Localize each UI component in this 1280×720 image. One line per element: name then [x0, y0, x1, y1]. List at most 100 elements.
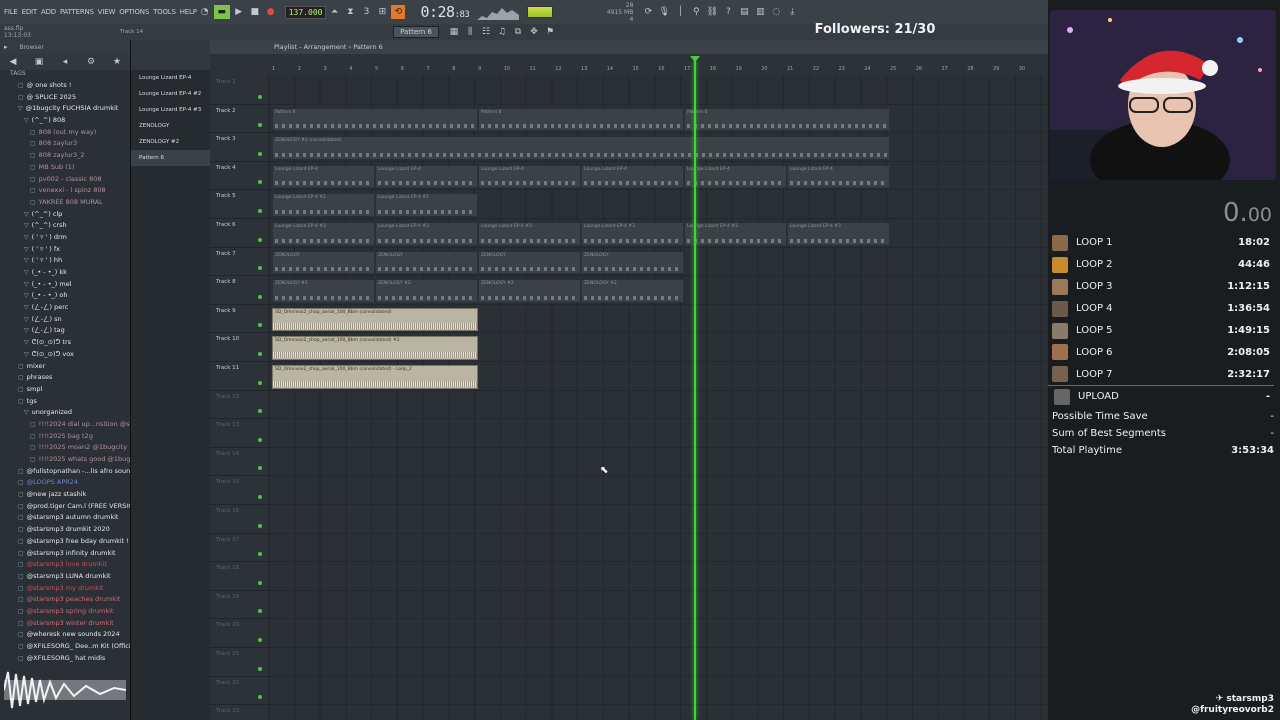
pattern-clip[interactable]: Lounge Lizard EP-4 [272, 164, 375, 189]
track-header[interactable]: Track 20 [210, 619, 268, 648]
browser-item[interactable]: ▽ unorganized [0, 407, 130, 419]
track-lane[interactable] [268, 419, 1048, 448]
pattern-clip[interactable]: ZENOLOGY #2 [272, 279, 375, 303]
pattern-clip[interactable]: Lounge Lizard EP-4 [684, 164, 787, 189]
browser-menu-icon[interactable]: ▸ [4, 43, 8, 51]
pattern-clip[interactable]: Lounge Lizard EP-4 #2 [375, 193, 478, 217]
playlist-grid[interactable]: Pattern 6 Pattern 6 Pattern 6 ZENOLOGY #2 (… [268, 76, 1048, 720]
track-header[interactable]: Track 2 [210, 105, 268, 134]
track-header[interactable]: Track 3 [210, 133, 268, 162]
browser-item[interactable]: ▢ tgs [0, 396, 130, 408]
track-lane[interactable] [268, 619, 1048, 648]
folder-icon[interactable]: ▣ [32, 55, 46, 69]
track-mute-led[interactable] [258, 494, 262, 499]
browser-item[interactable]: ▽ (_• - •_) mel [0, 279, 130, 291]
pattern-song-toggle[interactable]: ▬ [213, 5, 230, 19]
pattern-clip[interactable]: Pattern 6 [478, 107, 684, 132]
track-mute-led[interactable] [258, 94, 262, 99]
track-header[interactable]: Track 4 [210, 162, 268, 191]
track-lane[interactable] [268, 505, 1048, 534]
track-header[interactable]: Track 23 [210, 705, 268, 720]
picker-item[interactable]: ZENOLOGY [131, 118, 210, 134]
browser-item[interactable]: ▢ @starsmp3 free bday drumkit ! [0, 536, 130, 548]
pattern-clip[interactable]: ZENOLOGY #2 [375, 279, 478, 303]
track-mute-led[interactable] [258, 123, 262, 128]
back-icon[interactable]: ◀ [6, 55, 20, 69]
browser-item[interactable]: ▢ @starsmp3 peaches drumkit [0, 594, 130, 606]
track-mute-led[interactable] [258, 523, 262, 528]
browser-item[interactable]: ▢ mixer [0, 361, 130, 373]
track-header[interactable]: Track 16 [210, 505, 268, 534]
mixer-icon[interactable]: ⫼ [463, 25, 477, 39]
browser-item[interactable]: ▽ (ㄥ-ㄥ) perc [0, 302, 130, 314]
pattern-clip[interactable]: ZENOLOGY [581, 250, 684, 275]
step-edit-icon[interactable]: 3 [359, 5, 373, 19]
track-header[interactable]: Track 12 [210, 391, 268, 420]
pattern-clip[interactable]: Lounge Lizard EP-4 [375, 164, 478, 189]
browser-item[interactable]: ▽ (ㄥ-ㄥ) tag [0, 325, 130, 337]
browser-item[interactable]: ▢ @starsmp3 infinity drumkit [0, 548, 130, 560]
pattern-clip[interactable]: ZENOLOGY #2 (consolidated) [272, 136, 890, 160]
playlist-icon[interactable]: ▦ [447, 25, 461, 39]
mic-icon[interactable]: 🎙 [657, 5, 671, 19]
track-header[interactable]: Track 18 [210, 562, 268, 591]
help-icon[interactable]: ? [721, 5, 735, 19]
track-mute-led[interactable] [258, 609, 262, 614]
stop-icon[interactable]: ■ [248, 5, 262, 19]
track-lane[interactable] [268, 534, 1048, 563]
menu-item-tools[interactable]: TOOLS [153, 8, 176, 16]
browser-item[interactable]: ▢ !!!!2025 bag t2g [0, 431, 130, 443]
browser-item[interactable]: ▽ (^_^) crsh [0, 220, 130, 232]
browser-item[interactable]: ▢ @starsmp3 spring drumkit [0, 606, 130, 618]
browser-item[interactable]: ▽( ' ▿ ' ) hh [0, 255, 130, 267]
browser-item[interactable]: ▽ ᕦ(⊙_⊙)ᕤ vox [0, 349, 130, 361]
track-mute-led[interactable] [258, 351, 262, 356]
track-header[interactable]: Track 15 [210, 476, 268, 505]
browser-item[interactable]: ▢ @starsmp3 drumkit 2020 [0, 524, 130, 536]
track-header[interactable]: Track 22 [210, 677, 268, 706]
track-mute-led[interactable] [258, 380, 262, 385]
track-lane[interactable] [268, 648, 1048, 677]
track-lane[interactable] [268, 705, 1048, 720]
browser-item[interactable]: ▢ @ one shots ! [0, 80, 130, 92]
pattern-clip[interactable]: ZENOLOGY #2 [581, 279, 684, 303]
gear-icon[interactable]: ⚙ [84, 55, 98, 69]
browser-item[interactable]: ▢ @starsmp3 winter drumkit [0, 618, 130, 630]
track-mute-led[interactable] [258, 695, 262, 700]
pattern-clip[interactable]: Lounge Lizard EP-4 [787, 164, 890, 189]
wait-icon[interactable]: ⧗ [343, 5, 357, 19]
track-header[interactable]: Track 11 [210, 362, 268, 391]
channel-rack-icon[interactable]: ☷ [479, 25, 493, 39]
browser-item[interactable]: ▢!!!!2025 whats good @1bugcity [0, 454, 130, 466]
track-mute-led[interactable] [258, 208, 262, 213]
track-mute-led[interactable] [258, 437, 262, 442]
audio-clip[interactable]: SD_Omnivox2_chop_aerial_100_Bbm (consoli… [272, 307, 478, 332]
hint-icon[interactable]: ◔ [198, 5, 212, 19]
track-header[interactable]: Track 14 [210, 448, 268, 477]
tuner-icon[interactable]: ⚲ [689, 5, 703, 19]
track-mute-led[interactable] [258, 151, 262, 156]
browser-item[interactable]: ▢ 808 zaylur3_2 [0, 150, 130, 162]
menu-item-help[interactable]: HELP [180, 8, 197, 16]
cpu-icon[interactable]: ⟳ [641, 5, 655, 19]
browser-item[interactable]: ▢ smpl [0, 384, 130, 396]
download-icon[interactable]: ⤓ [785, 5, 799, 19]
browser-item[interactable]: ▢ pv002 - classic 808 [0, 174, 130, 186]
menu-item-patterns[interactable]: PATTERNS [60, 8, 94, 16]
browser-item[interactable]: ▢ @XFILESORG_ Dee..m Kit (Official) [0, 641, 130, 653]
browser-item[interactable]: ▢ @ SPLICE 2025 [0, 92, 130, 104]
browser-icon[interactable]: ⧉ [511, 25, 525, 39]
plugin-icon[interactable]: ✥ [527, 25, 541, 39]
chat-icon[interactable]: ◌ [769, 5, 783, 19]
browser-item[interactable]: ▢ @starsmp3 LUNA drumkit [0, 571, 130, 583]
pattern-clip[interactable]: Lounge Lizard EP-4 #2 [272, 193, 375, 217]
track-mute-led[interactable] [258, 552, 262, 557]
track-mute-led[interactable] [258, 666, 262, 671]
browser-item[interactable]: ▢!!!!2024 dial up...nsition @starsmp3 [0, 419, 130, 431]
track-header[interactable]: Track 7 [210, 248, 268, 277]
track-mute-led[interactable] [258, 237, 262, 242]
browser-item[interactable]: ▢ @new jazz stashik [0, 489, 130, 501]
track-header[interactable]: Track 17 [210, 534, 268, 563]
browser-item[interactable]: ▢ @starsmp3 love drumkit [0, 559, 130, 571]
picker-item[interactable]: Pattern 6 [131, 150, 210, 166]
